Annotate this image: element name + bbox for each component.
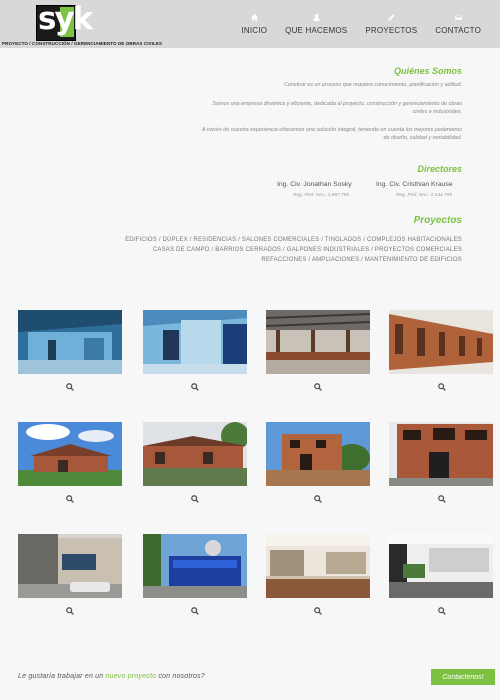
projects-line: REFACCIONES / AMPLIACIONES / MANTENIMIEN…: [261, 257, 462, 263]
warehouse-photo: [143, 310, 247, 374]
country-house-photo: [18, 422, 122, 486]
projects-title: Proyectos: [413, 215, 462, 226]
project-thumbnail[interactable]: [389, 310, 493, 374]
zoom-icon[interactable]: [66, 383, 74, 391]
nav-label: INICIO: [241, 26, 268, 35]
main-nav: INICIO QUE HACEMOS PROYECTOS CONTACTO: [232, 14, 490, 35]
user-icon: [313, 14, 320, 21]
about-paragraph: civiles e industriales.: [412, 109, 462, 115]
contact-button[interactable]: Contactenos!: [431, 669, 495, 685]
zoom-icon[interactable]: [314, 607, 322, 615]
zoom-icon[interactable]: [66, 607, 74, 615]
about-paragraph: de diseño, calidad y rentabilidad.: [383, 135, 462, 141]
zoom-icon[interactable]: [191, 495, 199, 503]
project-thumbnail[interactable]: [18, 310, 122, 374]
envelope-icon: [454, 15, 462, 21]
commercial-building-photo: [143, 534, 247, 598]
nav-inicio[interactable]: INICIO: [232, 14, 276, 35]
projects-line: CASAS DE CAMPO / BARRIOS CERRADOS / GALP…: [152, 247, 462, 253]
pencil-icon: [388, 14, 395, 21]
project-thumbnail[interactable]: [18, 534, 122, 598]
site-header: syk PROYECTO / CONSTRUCCIÓN / GERENCIAMI…: [0, 0, 500, 48]
project-thumbnail[interactable]: [143, 422, 247, 486]
warehouse-photo: [18, 310, 122, 374]
footer-text-start: Le gustaría trabajar en un: [18, 673, 106, 680]
country-house-photo: [143, 422, 247, 486]
logo-tagline: PROYECTO / CONSTRUCCIÓN / GERENCIAMIENTO…: [2, 41, 163, 46]
interior-photo: [389, 534, 493, 598]
project-thumbnail[interactable]: [143, 310, 247, 374]
commercial-building-photo: [18, 534, 122, 598]
about-paragraph: Somos una empresa dinámica y eficiente, …: [212, 101, 462, 107]
director-name: Ing. Civ. Cristhian Krause: [376, 181, 453, 188]
footer-highlight-link[interactable]: nuevo proyecto: [106, 673, 157, 680]
directors-title: Directores: [417, 164, 462, 174]
brick-building-photo: [389, 310, 493, 374]
about-title: Quiénes Somos: [393, 66, 462, 76]
zoom-icon[interactable]: [191, 383, 199, 391]
zoom-icon[interactable]: [66, 495, 74, 503]
footer-callout: Le gustaría trabajar en un nuevo proyect…: [18, 673, 205, 680]
nav-contacto[interactable]: CONTACTO: [426, 14, 490, 35]
nav-label: PROYECTOS: [365, 26, 418, 35]
zoom-icon[interactable]: [314, 383, 322, 391]
nav-label: QUE HACEMOS: [285, 26, 348, 35]
duplex-photo: [266, 422, 370, 486]
project-thumbnail[interactable]: [389, 422, 493, 486]
nav-que-hacemos[interactable]: QUE HACEMOS: [276, 14, 356, 35]
director-name: Ing. Civ. Jonathan Sosky: [277, 181, 352, 188]
nav-label: CONTACTO: [435, 26, 481, 35]
about-paragraph: Construir es un proceso que requiere con…: [284, 82, 462, 88]
about-paragraph: A través de nuestra experiencia ofrecemo…: [202, 127, 462, 133]
structure-photo: [266, 310, 370, 374]
zoom-icon[interactable]: [438, 383, 446, 391]
zoom-icon[interactable]: [314, 495, 322, 503]
zoom-icon[interactable]: [438, 607, 446, 615]
director-registration: Reg. Prof. Nro.: 1.987.755: [293, 193, 349, 198]
project-thumbnail[interactable]: [18, 422, 122, 486]
project-thumbnail[interactable]: [389, 534, 493, 598]
home-icon: [250, 14, 258, 21]
interior-photo: [266, 534, 370, 598]
footer-text-end: con nosotros?: [156, 673, 205, 680]
nav-proyectos[interactable]: PROYECTOS: [356, 14, 426, 35]
logo-text: syk: [38, 1, 93, 37]
projects-line: EDIFICIOS / DÚPLEX / RESIDENCIAS / SALON…: [125, 237, 462, 243]
project-thumbnail[interactable]: [266, 534, 370, 598]
projects-list: EDIFICIOS / DÚPLEX / RESIDENCIAS / SALON…: [122, 235, 462, 265]
duplex-photo: [389, 422, 493, 486]
zoom-icon[interactable]: [438, 495, 446, 503]
director-registration: Reg. Prof. Nro.: 2.344.759: [396, 193, 452, 198]
project-thumbnail[interactable]: [266, 310, 370, 374]
project-thumbnail[interactable]: [266, 422, 370, 486]
zoom-icon[interactable]: [191, 607, 199, 615]
project-thumbnail[interactable]: [143, 534, 247, 598]
